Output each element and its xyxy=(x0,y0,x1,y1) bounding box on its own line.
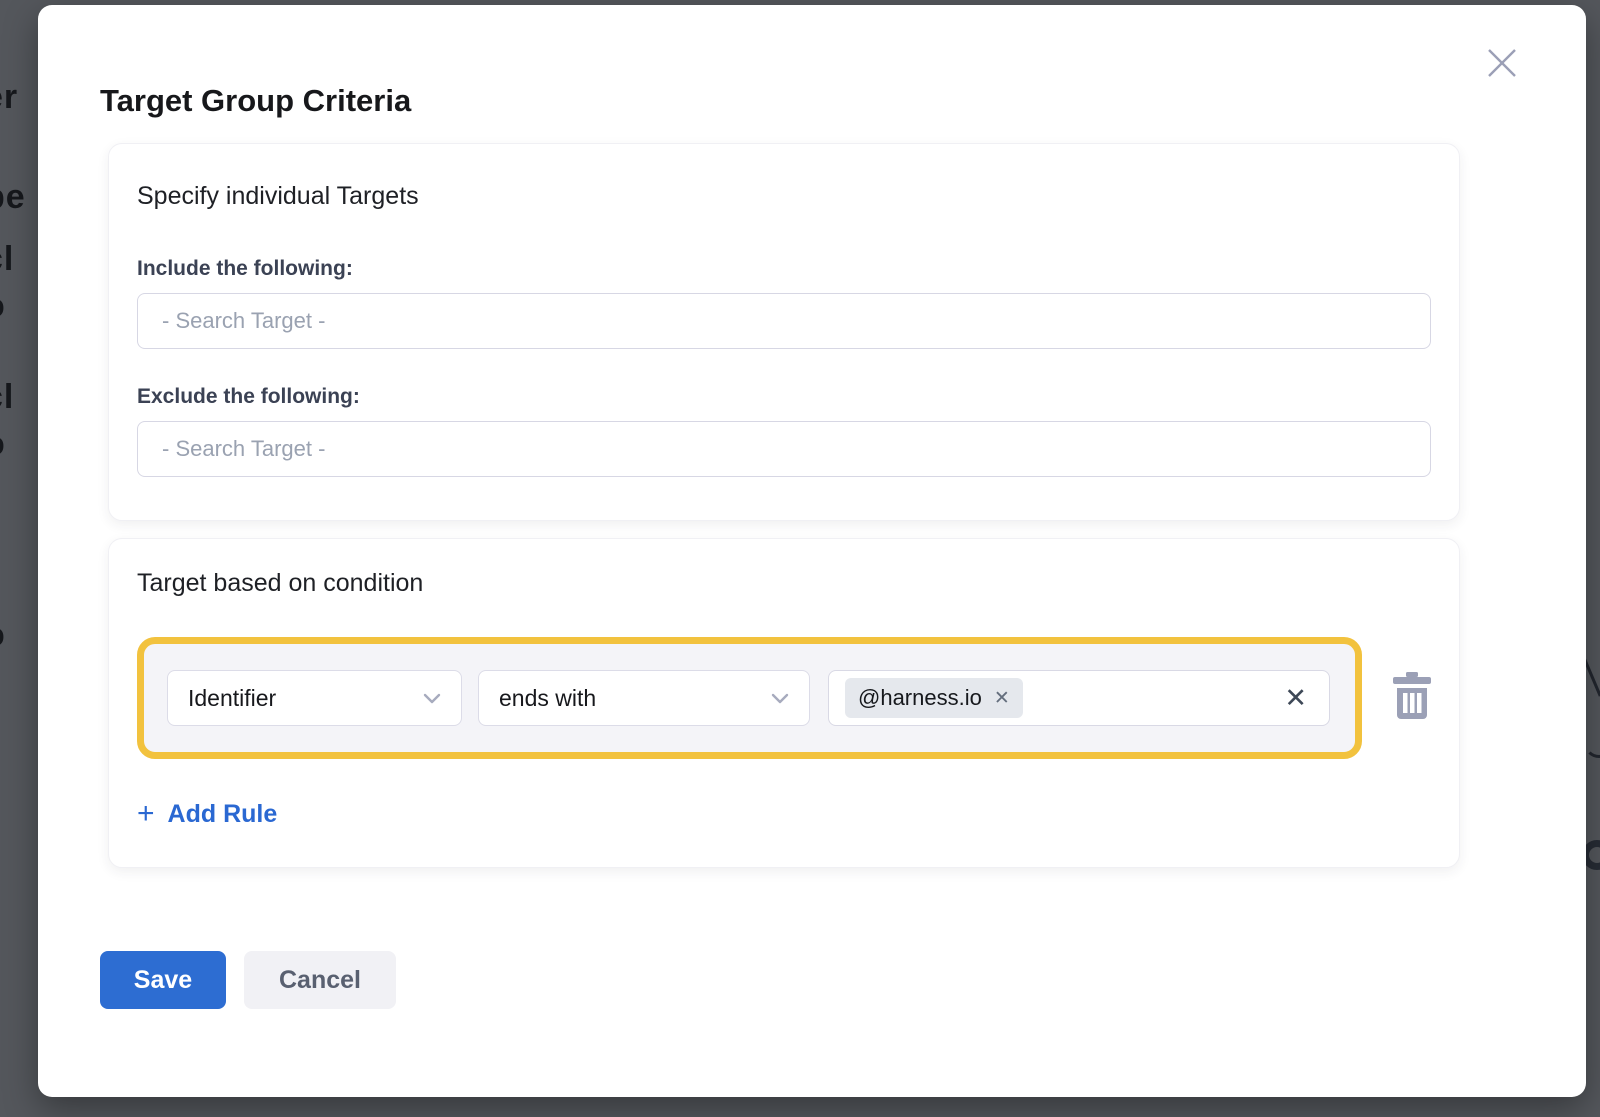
bg-text-fragment: er xyxy=(0,78,18,117)
bg-artifact-curve xyxy=(1584,728,1600,758)
plus-icon: + xyxy=(137,799,155,829)
clear-values-button[interactable]: ✕ xyxy=(1278,685,1313,712)
bg-text-fragment: o xyxy=(0,616,6,655)
add-rule-button[interactable]: + Add Rule xyxy=(137,799,277,829)
bg-text-fragment: cl xyxy=(0,240,14,279)
value-chip: @harness.io ✕ xyxy=(845,678,1023,718)
include-targets-input[interactable] xyxy=(137,293,1431,349)
bg-text-fragment: pe xyxy=(0,178,26,217)
save-button[interactable]: Save xyxy=(100,951,226,1009)
dialog-footer: Save Cancel xyxy=(100,951,396,1009)
exclude-targets-input[interactable] xyxy=(137,421,1431,477)
rule-values-input[interactable]: @harness.io ✕ ✕ xyxy=(828,670,1330,726)
condition-rule-row: Identifier ends with @harness.io xyxy=(137,637,1362,759)
attribute-select-value: Identifier xyxy=(188,685,276,712)
individual-targets-heading: Specify individual Targets xyxy=(137,182,1431,211)
cancel-button[interactable]: Cancel xyxy=(244,951,396,1009)
close-button[interactable] xyxy=(1482,43,1522,83)
exclude-label: Exclude the following: xyxy=(137,385,1431,409)
value-chip-label: @harness.io xyxy=(858,685,982,711)
include-label: Include the following: xyxy=(137,257,1431,281)
add-rule-label: Add Rule xyxy=(168,800,278,829)
attribute-select[interactable]: Identifier xyxy=(167,670,462,726)
delete-rule-button[interactable] xyxy=(1389,670,1437,722)
chevron-down-icon xyxy=(771,693,789,704)
target-group-criteria-dialog: Target Group Criteria Specify individual… xyxy=(38,5,1586,1097)
dialog-title: Target Group Criteria xyxy=(100,83,411,119)
chip-remove-icon[interactable]: ✕ xyxy=(994,689,1010,708)
bg-text-fragment: cl xyxy=(0,378,14,417)
bg-text-fragment: o xyxy=(0,425,6,464)
bg-text-fragment: o xyxy=(0,287,6,326)
condition-heading: Target based on condition xyxy=(137,569,1431,598)
trash-icon xyxy=(1389,671,1437,721)
chevron-down-icon xyxy=(423,693,441,704)
close-icon xyxy=(1484,45,1520,81)
operator-select[interactable]: ends with xyxy=(478,670,810,726)
operator-select-value: ends with xyxy=(499,685,596,712)
condition-card: Target based on condition Identifier end… xyxy=(108,538,1460,868)
individual-targets-card: Specify individual Targets Include the f… xyxy=(108,143,1460,521)
